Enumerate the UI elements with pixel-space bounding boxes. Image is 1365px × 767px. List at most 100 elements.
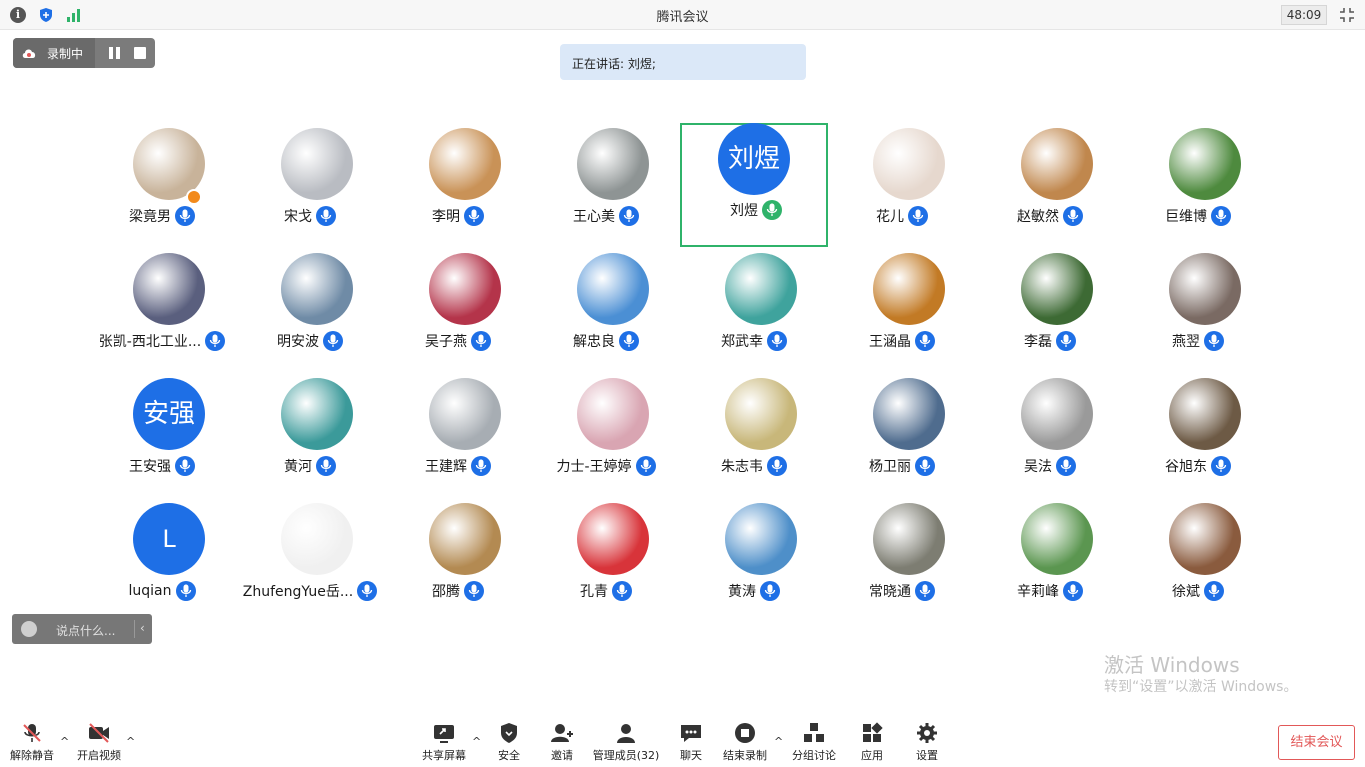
participant-tile[interactable]: 王心美 [532, 123, 680, 247]
participant-name-row: 燕翌 [1124, 331, 1272, 351]
participant-tile[interactable]: 辛莉峰 [976, 498, 1124, 622]
mic-icon[interactable] [619, 206, 639, 226]
mic-icon[interactable] [612, 581, 632, 601]
record-options-caret[interactable]: ^ [774, 735, 783, 748]
participant-tile[interactable]: 孔青 [532, 498, 680, 622]
participant-tile[interactable]: Lluqian [88, 498, 236, 622]
mic-icon[interactable] [316, 456, 336, 476]
participant-tile[interactable]: 黄涛 [680, 498, 828, 622]
recording-status[interactable]: 录制中 [13, 38, 95, 68]
participant-tile[interactable]: 王涵晶 [828, 248, 976, 372]
participant-name-row: 王建辉 [384, 456, 532, 476]
mic-icon[interactable] [175, 206, 195, 226]
start-video-button[interactable]: 开启视频 [74, 722, 124, 766]
participant-tile[interactable]: 梁竟男 [88, 123, 236, 247]
share-options-caret[interactable]: ^ [472, 735, 481, 748]
mic-icon[interactable] [1204, 581, 1224, 601]
collapse-icon[interactable]: ‹ [140, 621, 145, 635]
participant-name: 梁竟男 [129, 209, 171, 225]
mic-icon[interactable] [175, 581, 196, 601]
mic-icon[interactable] [1211, 206, 1231, 226]
invite-button[interactable]: 邀请 [546, 722, 578, 766]
apps-button[interactable]: 应用 [856, 722, 888, 766]
participant-tile[interactable]: 王建辉 [384, 373, 532, 497]
mic-icon[interactable] [767, 456, 787, 476]
mic-icon[interactable] [1063, 206, 1083, 226]
participant-tile[interactable]: 杨卫丽 [828, 373, 976, 497]
participant-tile[interactable]: 郑武幸 [680, 248, 828, 372]
mic-icon[interactable] [619, 331, 639, 351]
mic-icon[interactable] [908, 206, 928, 226]
mic-icon[interactable] [1056, 331, 1076, 351]
participant-tile[interactable]: 巨维博 [1124, 123, 1272, 247]
participant-tile[interactable]: 花儿 [828, 123, 976, 247]
mic-icon[interactable] [175, 456, 195, 476]
participant-tile[interactable]: 常晓通 [828, 498, 976, 622]
speaking-banner: 正在讲话: 刘煜; [560, 44, 806, 80]
participant-name-row: 黄涛 [680, 581, 828, 601]
mic-icon[interactable] [915, 456, 935, 476]
video-options-caret[interactable]: ^ [126, 735, 135, 748]
mic-icon[interactable] [1056, 456, 1076, 476]
share-screen-button[interactable]: 共享屏幕 [419, 722, 469, 766]
mic-icon[interactable] [767, 331, 787, 351]
mic-icon[interactable] [205, 331, 226, 351]
participant-tile[interactable]: 安强 王安强 [88, 373, 236, 497]
participant-tile[interactable]: ZhufengYue岳... [236, 498, 384, 622]
pause-recording-button[interactable] [108, 46, 122, 60]
participant-tile[interactable]: 谷旭东 [1124, 373, 1272, 497]
mic-icon[interactable] [471, 456, 491, 476]
mic-icon[interactable] [1211, 456, 1231, 476]
participant-tile[interactable]: 解忠良 [532, 248, 680, 372]
participant-tile[interactable]: 黄河 [236, 373, 384, 497]
participant-tile[interactable]: 力士-王婷婷 [532, 373, 680, 497]
settings-button[interactable]: 设置 [911, 722, 943, 766]
security-shield-icon [501, 723, 517, 743]
participant-tile[interactable]: 朱志韦 [680, 373, 828, 497]
end-recording-button[interactable]: 结束录制 [720, 722, 770, 766]
participant-name-row: 孔青 [532, 581, 680, 601]
participant-tile[interactable]: 明安波 [236, 248, 384, 372]
unmute-button[interactable]: 解除静音 [8, 722, 56, 766]
participant-tile[interactable]: 李明 [384, 123, 532, 247]
participant-tile[interactable]: 李磊 [976, 248, 1124, 372]
mic-icon[interactable] [1063, 581, 1083, 601]
security-button[interactable]: 安全 [493, 722, 525, 766]
participant-tile[interactable]: 燕翌 [1124, 248, 1272, 372]
stop-recording-button[interactable] [134, 47, 146, 59]
participant-tile[interactable]: 吴法 [976, 373, 1124, 497]
breakout-button[interactable]: 分组讨论 [789, 722, 839, 766]
participant-tile[interactable]: 宋戈 [236, 123, 384, 247]
mic-icon[interactable] [762, 200, 782, 220]
mic-icon[interactable] [323, 331, 343, 351]
mic-icon[interactable] [760, 581, 780, 601]
chat-input[interactable]: 说点什么... ‹ [12, 614, 152, 644]
mic-icon[interactable] [357, 581, 378, 601]
emoji-icon[interactable] [21, 621, 37, 637]
participant-tile[interactable]: 吴子燕 [384, 248, 532, 372]
stop-record-icon [735, 723, 755, 743]
fullscreen-icon[interactable] [1339, 7, 1355, 23]
muted-mic-icon [23, 724, 41, 742]
end-meeting-button[interactable]: 结束会议 [1278, 725, 1355, 760]
participant-name-row: 邵腾 [384, 581, 532, 601]
mic-icon[interactable] [471, 331, 491, 351]
participant-tile[interactable]: 刘煜 刘煜 [680, 123, 828, 247]
mic-icon[interactable] [464, 206, 484, 226]
participant-tile[interactable]: 徐斌 [1124, 498, 1272, 622]
mic-icon[interactable] [915, 331, 935, 351]
manage-members-button[interactable]: 管理成员(32) [592, 722, 660, 766]
avatar [873, 128, 945, 200]
participant-tile[interactable]: 邵腾 [384, 498, 532, 622]
breakout-icon [804, 723, 824, 742]
mic-icon[interactable] [316, 206, 336, 226]
participant-tile[interactable]: 张凯-西北工业... [88, 248, 236, 372]
mic-icon[interactable] [1204, 331, 1224, 351]
mic-icon[interactable] [464, 581, 484, 601]
chat-button[interactable]: 聊天 [675, 722, 707, 766]
mic-icon[interactable] [915, 581, 935, 601]
participant-tile[interactable]: 赵敏然 [976, 123, 1124, 247]
mic-options-caret[interactable]: ^ [60, 735, 69, 748]
recording-bar: 录制中 [13, 38, 155, 68]
mic-icon[interactable] [635, 456, 656, 476]
